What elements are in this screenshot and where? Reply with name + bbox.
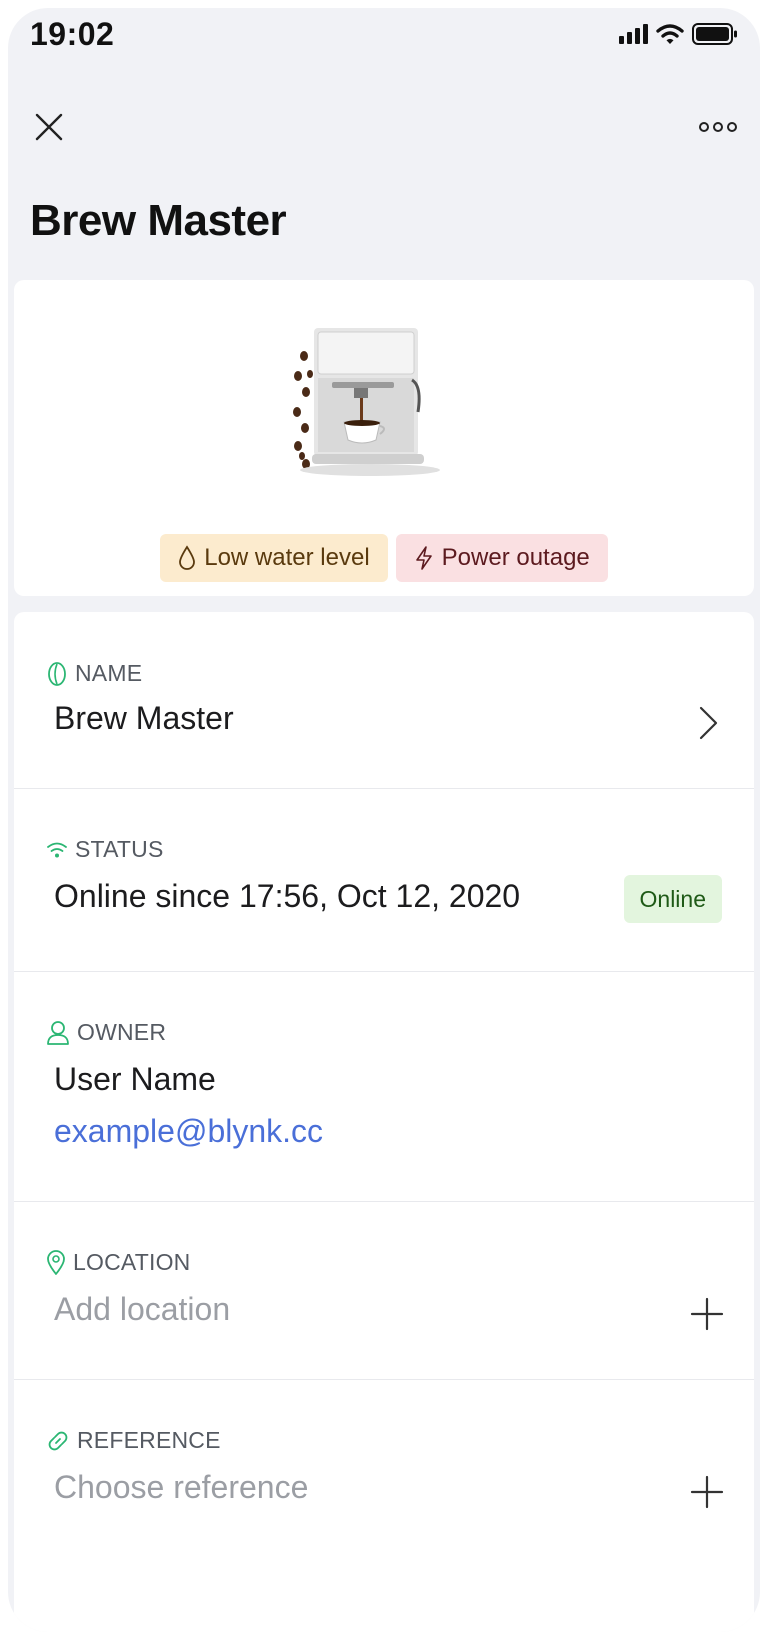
device-name-value: Brew Master (54, 700, 234, 736)
alert-label: Power outage (441, 544, 590, 571)
row-name[interactable]: NAME Brew Master (14, 612, 754, 789)
page-title: Brew Master (30, 196, 287, 245)
owner-email-link[interactable]: example@blynk.cc (54, 1113, 323, 1150)
reference-placeholder: Choose reference (54, 1469, 309, 1505)
user-icon (47, 1020, 69, 1045)
label-text: NAME (75, 660, 143, 686)
label-text: OWNER (77, 1019, 167, 1045)
phone-screen: 19:02 Brew Master Low water level Power … (8, 8, 760, 1632)
add-reference-plus-icon[interactable] (690, 1475, 724, 1509)
location-pin-icon (47, 1249, 65, 1275)
alert-power-outage[interactable]: Power outage (395, 534, 608, 582)
more-icon[interactable] (698, 118, 738, 136)
status-bar: 19:02 (8, 8, 760, 64)
coffee-bean-icon (48, 661, 66, 686)
alert-label: Low water level (204, 544, 370, 571)
add-location-plus-icon[interactable] (690, 1297, 724, 1331)
label-text: STATUS (75, 836, 164, 862)
alert-chips: Low water level Power outage (14, 534, 754, 582)
close-icon[interactable] (32, 110, 66, 144)
chevron-right-icon[interactable] (690, 706, 724, 740)
device-hero-card: Low water level Power outage (14, 280, 754, 596)
coffee-machine-image (293, 328, 440, 476)
signal-icon (619, 24, 648, 44)
status-value: Online since 17:56, Oct 12, 2020 (54, 878, 521, 914)
row-status: STATUS Online since 17:56, Oct 12, 2020 … (14, 788, 754, 972)
row-reference[interactable]: REFERENCE Choose reference (14, 1379, 754, 1557)
lightning-icon (415, 546, 432, 570)
status-icons (619, 22, 738, 46)
wifi-icon (47, 842, 67, 857)
link-icon (48, 1431, 68, 1450)
row-label-status: STATUS (46, 836, 164, 863)
battery-icon (692, 23, 737, 45)
label-text: LOCATION (73, 1249, 191, 1275)
row-label-location: LOCATION (46, 1249, 190, 1276)
row-location[interactable]: LOCATION Add location (14, 1201, 754, 1380)
status-time: 19:02 (30, 16, 115, 52)
alert-low-water-level[interactable]: Low water level (160, 534, 388, 582)
row-label-name: NAME (46, 660, 142, 687)
status-badge: Online (623, 875, 722, 923)
label-text: REFERENCE (77, 1427, 221, 1453)
wifi-icon (656, 24, 684, 44)
device-details-card: NAME Brew Master STATUS Online since 17:… (14, 612, 754, 1632)
row-label-reference: REFERENCE (46, 1427, 221, 1454)
owner-name: User Name (54, 1061, 216, 1097)
row-label-owner: OWNER (46, 1019, 166, 1046)
water-drop-icon (179, 545, 196, 570)
location-placeholder: Add location (54, 1291, 231, 1327)
row-owner: OWNER User Name example@blynk.cc (14, 971, 754, 1202)
